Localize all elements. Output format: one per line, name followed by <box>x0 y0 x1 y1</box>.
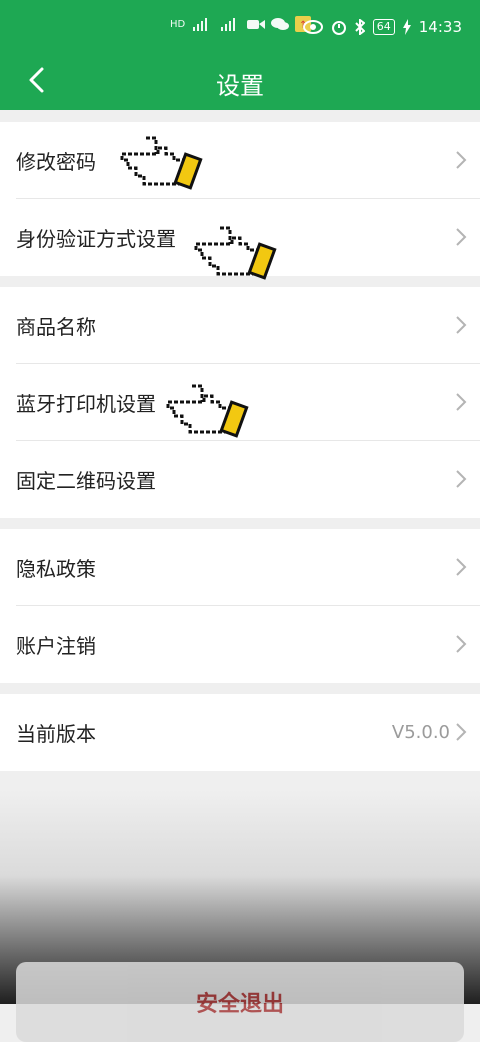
battery-icon: 64 <box>372 19 395 35</box>
app-header: HD ↑ 64 14:33 设置 <box>0 0 480 110</box>
video-icon <box>247 20 266 29</box>
setting-product-name[interactable]: 商品名称 <box>0 287 480 364</box>
pointing-hand-icon <box>194 226 277 280</box>
signal-icon <box>193 18 208 31</box>
setting-label: 蓝牙打印机设置 <box>16 392 156 416</box>
status-left: HD ↑ <box>170 16 312 32</box>
chevron-right-icon <box>456 393 467 411</box>
chevron-right-icon <box>456 558 467 576</box>
battery-level: 64 <box>376 20 391 33</box>
setting-current-version[interactable]: 当前版本 V5.0.0 <box>0 694 480 771</box>
logout-button[interactable]: 安全退出 <box>16 962 464 1042</box>
settings-group-legal: 隐私政策 账户注销 <box>0 529 480 683</box>
setting-label: 隐私政策 <box>16 557 96 581</box>
setting-label: 当前版本 <box>16 722 96 746</box>
wechat-icon <box>271 18 290 30</box>
chevron-right-icon <box>456 470 467 488</box>
pointing-hand-icon <box>120 136 203 190</box>
eye-icon <box>302 20 323 34</box>
chevron-right-icon <box>456 723 467 741</box>
clock: 14:33 <box>418 18 462 36</box>
alarm-icon <box>331 21 346 35</box>
status-right: 64 14:33 <box>302 18 462 36</box>
setting-label: 固定二维码设置 <box>16 469 156 493</box>
chevron-right-icon <box>456 635 467 653</box>
setting-change-password[interactable]: 修改密码 <box>0 122 480 199</box>
chevron-right-icon <box>456 151 467 169</box>
setting-label: 商品名称 <box>16 315 96 339</box>
version-value: V5.0.0 <box>391 722 450 743</box>
chevron-right-icon <box>456 316 467 334</box>
setting-label: 账户注销 <box>16 634 96 658</box>
setting-label: 修改密码 <box>16 150 96 174</box>
setting-privacy-policy[interactable]: 隐私政策 <box>0 529 480 606</box>
charging-icon <box>402 19 411 35</box>
pointing-hand-icon <box>166 384 249 438</box>
setting-fixed-qrcode[interactable]: 固定二维码设置 <box>0 441 480 518</box>
settings-group-version: 当前版本 V5.0.0 <box>0 694 480 771</box>
signal-icon <box>221 18 236 31</box>
setting-label: 身份验证方式设置 <box>16 227 176 251</box>
page-title: 设置 <box>216 72 264 100</box>
bluetooth-icon <box>355 19 365 35</box>
status-bar: HD ↑ 64 14:33 <box>0 0 480 56</box>
setting-account-deletion[interactable]: 账户注销 <box>0 606 480 683</box>
chevron-right-icon <box>456 228 467 246</box>
logout-label: 安全退出 <box>195 992 284 1017</box>
hd-icon: HD <box>170 18 186 30</box>
